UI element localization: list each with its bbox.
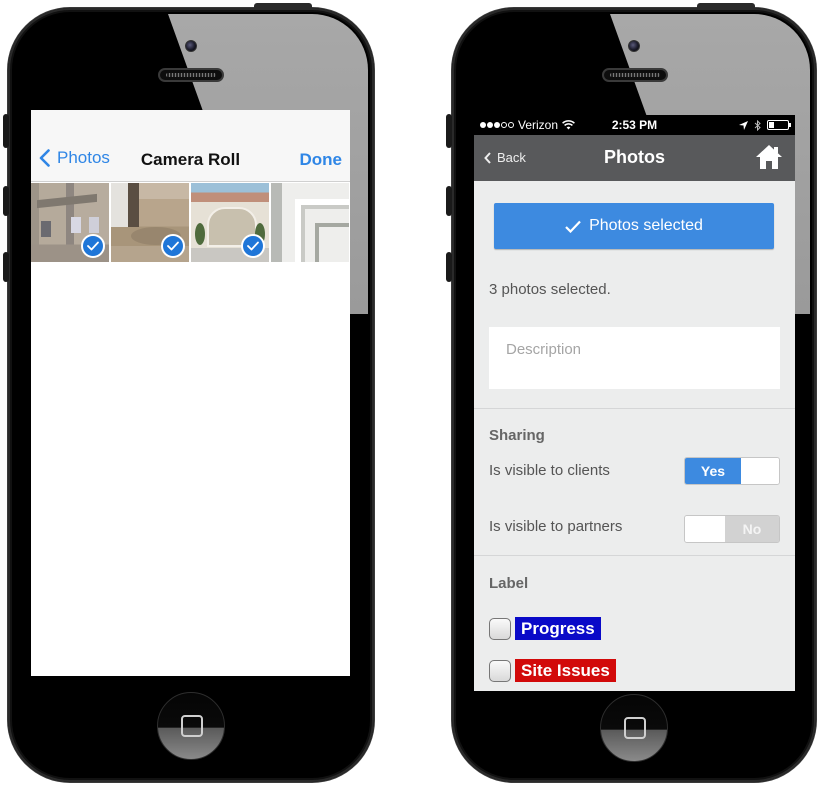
description-input[interactable] [489, 327, 780, 389]
photo-thumbnail-garage-door[interactable] [191, 183, 269, 262]
label-section-title: Label [489, 575, 529, 592]
toggle-yes-label: Yes [685, 458, 741, 484]
home-square-icon [181, 715, 203, 737]
visible-to-clients-toggle[interactable]: Yes [684, 457, 780, 485]
front-camera [185, 40, 197, 52]
earpiece-speaker [602, 68, 668, 82]
app-header: Back Photos [474, 135, 795, 181]
signal-strength-icon [480, 122, 514, 128]
photos-selected-button[interactable]: Photos selected [494, 203, 774, 249]
visible-to-partners-label: Is visible to partners [489, 518, 623, 535]
home-square-icon [624, 717, 646, 739]
wifi-icon [562, 120, 575, 130]
carrier-name: Verizon [518, 118, 559, 132]
selected-check-icon [241, 234, 265, 258]
section-divider [474, 408, 795, 409]
home-button[interactable] [600, 694, 668, 762]
location-arrow-icon [739, 120, 748, 130]
left-phone-frame: Photos Camera Roll Done [8, 8, 374, 782]
power-button [254, 3, 312, 8]
power-button [697, 3, 755, 8]
page-title: Photos [604, 147, 665, 167]
earpiece-speaker [158, 68, 224, 82]
home-icon[interactable] [755, 144, 783, 170]
volume-down-button [446, 252, 452, 282]
photo-thumbnail-flooded-yard[interactable] [111, 183, 189, 262]
toggle-no-label: No [725, 516, 779, 542]
site-issues-tag: Site Issues [515, 659, 616, 682]
sharing-section-title: Sharing [489, 427, 545, 444]
visible-to-clients-label: Is visible to clients [489, 462, 610, 479]
selected-check-icon [81, 234, 105, 258]
volume-up-button [3, 186, 9, 216]
done-button[interactable]: Done [300, 150, 343, 170]
status-bar: Verizon 2:53 PM [474, 115, 795, 135]
toggle-knob [741, 458, 779, 484]
selected-check-icon [161, 234, 185, 258]
clock: 2:53 PM [611, 118, 658, 132]
photo-thumbnail-house-exterior[interactable] [31, 183, 109, 262]
visible-to-partners-toggle[interactable]: No [684, 515, 780, 543]
mute-switch [3, 114, 9, 148]
site-issues-checkbox[interactable] [489, 659, 511, 682]
volume-up-button [446, 186, 452, 216]
bluetooth-icon [754, 119, 761, 131]
home-button[interactable] [157, 692, 225, 760]
progress-checkbox[interactable] [489, 617, 511, 640]
mute-switch [446, 114, 452, 148]
label-option-progress[interactable]: Progress [489, 617, 601, 640]
volume-down-button [3, 252, 9, 282]
checkmark-icon [565, 220, 581, 233]
selected-count-text: 3 photos selected. [489, 281, 611, 298]
label-option-site-issues[interactable]: Site Issues [489, 659, 616, 682]
front-camera [628, 40, 640, 52]
button-label: Photos selected [589, 217, 703, 234]
progress-tag: Progress [515, 617, 601, 640]
battery-icon [767, 120, 791, 130]
photo-grid [31, 183, 350, 262]
app-screen: Verizon 2:53 PM Back Photos Photos selec… [474, 115, 795, 691]
section-divider [474, 555, 795, 556]
right-phone-frame: Verizon 2:53 PM Back Photos Photos selec… [452, 8, 816, 782]
photo-thumbnail-window-frame[interactable] [271, 183, 349, 262]
photo-image [271, 183, 349, 262]
toggle-knob [685, 516, 725, 542]
photo-picker-screen: Photos Camera Roll Done [31, 110, 350, 676]
nav-bar: Photos Camera Roll Done [31, 110, 350, 182]
